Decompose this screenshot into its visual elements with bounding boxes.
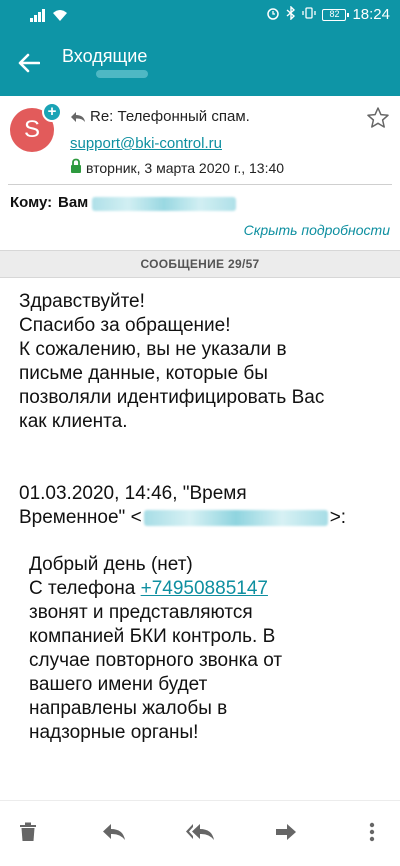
vibrate-icon xyxy=(302,6,317,23)
star-button[interactable] xyxy=(366,106,390,130)
alarm-icon xyxy=(266,6,280,23)
replied-icon xyxy=(70,110,86,128)
signal-icon xyxy=(30,9,46,27)
to-label: Кому: xyxy=(10,194,53,211)
status-left xyxy=(30,9,68,27)
quote-line: надзорные органы! xyxy=(29,722,199,743)
battery-level: 82 xyxy=(322,8,350,21)
app-bar: Входящие xyxy=(0,32,400,96)
bluetooth-icon xyxy=(286,5,296,23)
body-line: письме данные, которые бы xyxy=(19,363,268,384)
wifi-icon xyxy=(52,9,68,27)
message-date: вторник, 3 марта 2020 г., 13:40 xyxy=(86,160,285,176)
more-vertical-icon xyxy=(369,822,375,847)
recipient-redacted xyxy=(92,197,236,211)
reply-button[interactable] xyxy=(99,819,129,849)
quote-line: Добрый день (нет) xyxy=(29,554,193,575)
quote-header-line: 01.03.2020, 14:46, "Время xyxy=(19,483,247,504)
reply-icon xyxy=(102,823,126,846)
star-icon xyxy=(366,107,390,134)
reply-all-button[interactable] xyxy=(185,819,215,849)
quote-header-end: >: xyxy=(329,507,347,528)
forward-icon xyxy=(275,823,297,846)
quote-text: С телефона xyxy=(29,578,141,599)
quote-header-name: Временное" < xyxy=(19,507,142,528)
arrow-left-icon xyxy=(18,53,41,78)
body-line: Спасибо за обращение! xyxy=(19,315,231,336)
quote-line: вашего имени будет xyxy=(29,674,208,695)
divider xyxy=(8,184,392,185)
subject: Re: Телефонный спам. xyxy=(90,108,250,125)
back-button[interactable] xyxy=(14,50,44,80)
quote-line: компанией БКИ контроль. В xyxy=(29,626,276,647)
clock: 18:24 xyxy=(352,6,390,23)
delete-button[interactable] xyxy=(13,819,43,849)
lock-icon xyxy=(70,158,82,179)
trash-icon xyxy=(19,822,37,847)
status-bar: 82 18:24 xyxy=(0,0,400,32)
quote-header-line: Временное" < >: xyxy=(19,506,391,530)
reply-all-icon xyxy=(185,823,215,846)
quote-line: звонят и представляются xyxy=(29,602,253,623)
forward-button[interactable] xyxy=(271,819,301,849)
page-title: Входящие xyxy=(62,46,148,66)
status-right: 82 18:24 xyxy=(266,5,390,23)
more-button[interactable] xyxy=(357,819,387,849)
quote-line: случае повторного звонка от xyxy=(29,650,283,671)
body-line: К сожалению, вы не указали в xyxy=(19,339,287,360)
message-header: S + Re: Телефонный спам. support@bki-con… xyxy=(0,96,400,246)
phone-link[interactable]: +74950885147 xyxy=(141,578,268,599)
body-line: как клиента. xyxy=(19,411,128,432)
hide-details-link[interactable]: Скрыть подробности xyxy=(244,222,390,238)
quote-line: направлены жалобы в xyxy=(29,698,228,719)
email-redacted xyxy=(143,509,328,526)
body-line: Здравствуйте! xyxy=(19,291,145,312)
message-body: Здравствуйте! Спасибо за обращение! К со… xyxy=(19,290,391,434)
sender-link[interactable]: support@bki-control.ru xyxy=(70,135,222,152)
quoted-message: Добрый день (нет) С телефона +7495088514… xyxy=(29,553,389,745)
quote-line: С телефона +74950885147 xyxy=(29,577,389,601)
body-line: позволяли идентифицировать Вас xyxy=(19,387,325,408)
message-counter: СООБЩЕНИЕ 29/57 xyxy=(0,250,400,278)
add-contact-icon[interactable]: + xyxy=(42,102,62,122)
account-redacted xyxy=(96,70,148,78)
bottom-toolbar xyxy=(0,800,400,866)
recipient-name: Вам xyxy=(58,194,89,211)
quote-header: 01.03.2020, 14:46, "Время Временное" < >: xyxy=(19,482,391,530)
